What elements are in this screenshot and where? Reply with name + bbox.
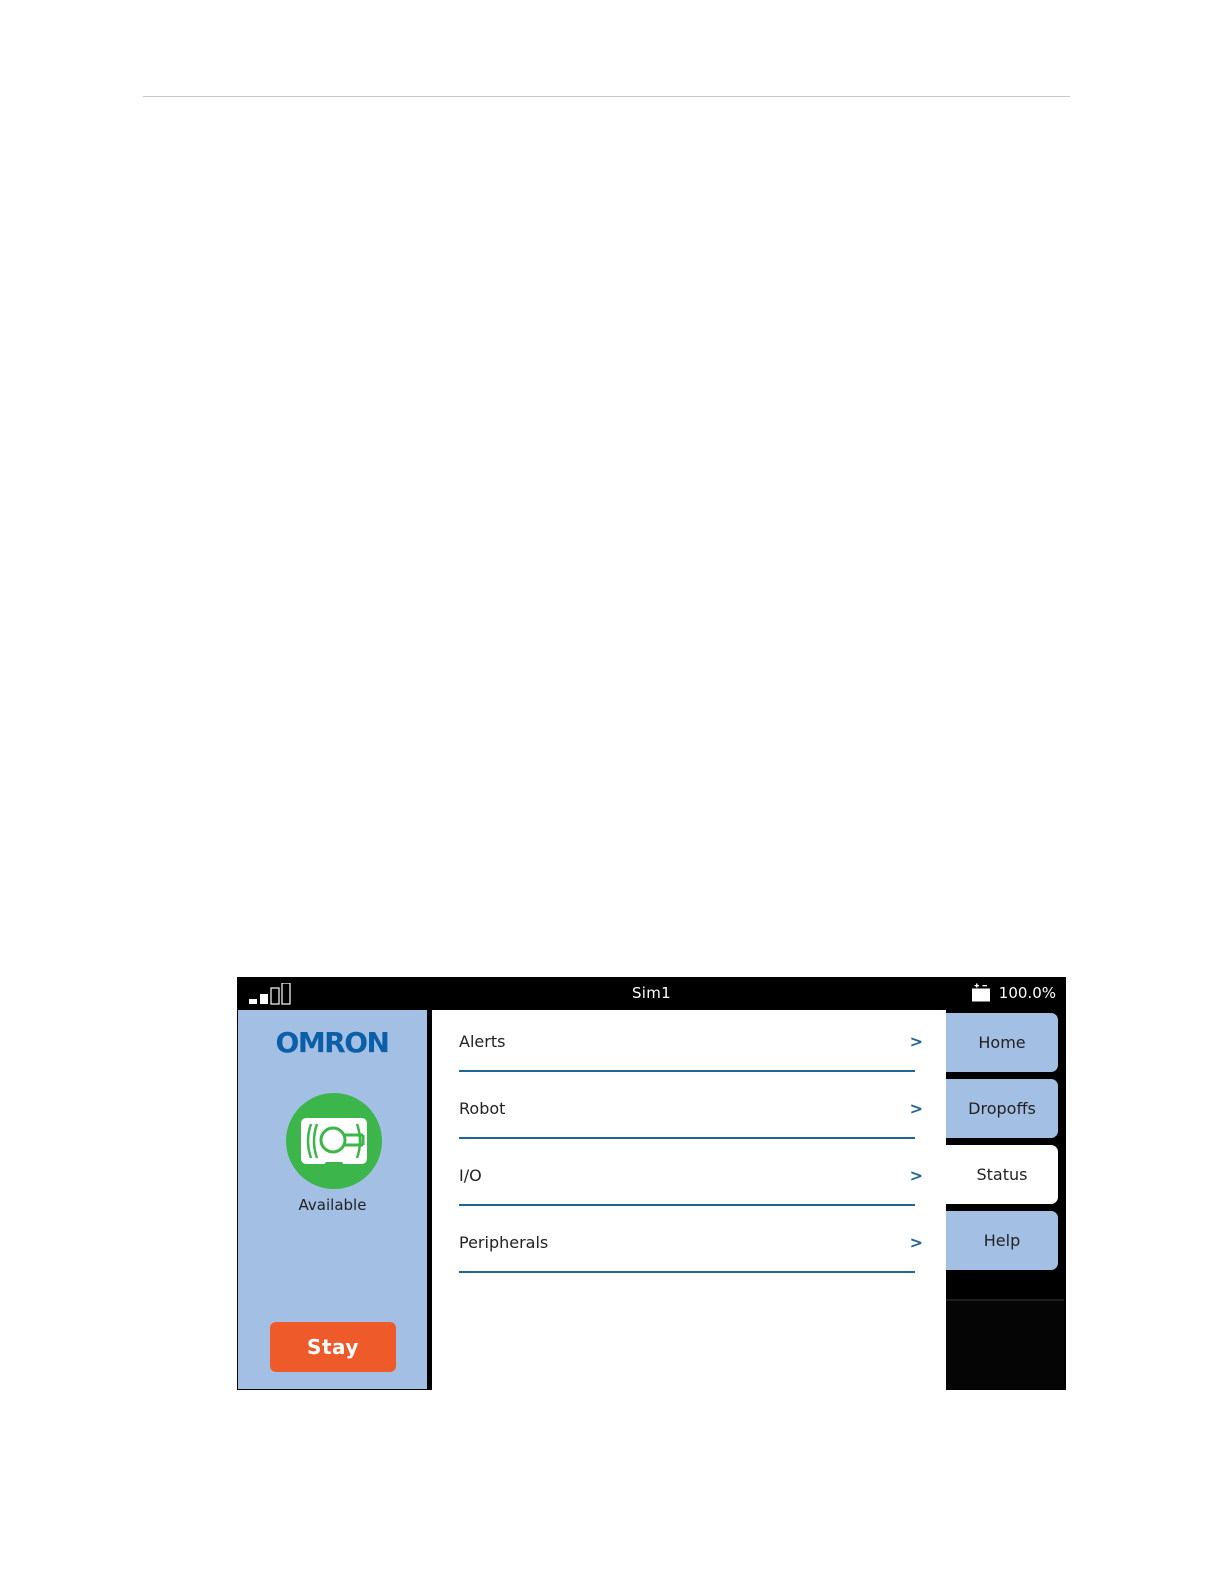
robot-state-label: Available (298, 1196, 367, 1214)
status-menu-panel: Alerts > Robot > I/O > Peripherals > (432, 1010, 946, 1390)
robot-name: Sim1 (631, 984, 672, 1002)
chevron-right-icon: > (909, 1233, 923, 1252)
battery-indicator: 100.0% (971, 982, 1056, 1004)
battery-percent: 100.0% (998, 984, 1056, 1002)
menu-item-label: Robot (459, 1099, 506, 1118)
status-bar: Sim1 100.0% (237, 977, 1066, 1010)
menu-item-label: I/O (459, 1166, 482, 1185)
chevron-right-icon: > (909, 1099, 923, 1118)
chevron-right-icon: > (909, 1032, 923, 1051)
menu-item-peripherals[interactable]: Peripherals > (459, 1211, 923, 1273)
nav-empty-area (946, 1299, 1064, 1390)
robot-status-panel: OMRON Available Stay (238, 1010, 427, 1389)
logo-text: OMRON (276, 1027, 388, 1057)
tab-status[interactable]: Status (946, 1145, 1058, 1204)
page-divider (143, 96, 1070, 97)
battery-charging-icon (971, 983, 990, 1002)
tab-help[interactable]: Help (946, 1211, 1058, 1270)
robot-status-icon (286, 1093, 382, 1189)
omron-logo: OMRON (276, 1027, 388, 1057)
tab-home[interactable]: Home (946, 1013, 1058, 1072)
menu-item-label: Peripherals (459, 1233, 549, 1252)
menu-item-alerts[interactable]: Alerts > (459, 1010, 923, 1072)
stay-button[interactable]: Stay (270, 1322, 396, 1372)
tab-dropoffs[interactable]: Dropoffs (946, 1079, 1058, 1138)
menu-item-robot[interactable]: Robot > (459, 1077, 923, 1139)
chevron-right-icon: > (909, 1166, 923, 1185)
robot-pendant-screen: Sim1 100.0% OMRON Available Stay Alerts … (237, 977, 1066, 1390)
menu-item-io[interactable]: I/O > (459, 1144, 923, 1206)
menu-item-label: Alerts (459, 1032, 506, 1051)
